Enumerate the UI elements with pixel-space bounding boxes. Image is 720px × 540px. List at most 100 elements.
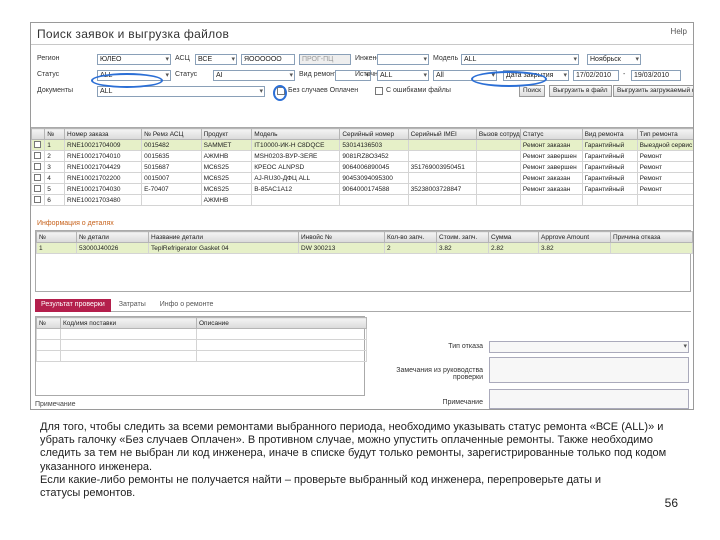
- city-select[interactable]: Ноябрьск: [587, 54, 641, 65]
- model-select[interactable]: ALL: [461, 54, 579, 65]
- engineer-select[interactable]: [377, 54, 429, 65]
- table-cell: [36, 350, 61, 362]
- help-link[interactable]: Help: [671, 27, 687, 36]
- table-row[interactable]: 5 RNE10021704030 E-70407 MC6S25 B-85AC1A12 90…: [31, 183, 693, 195]
- table-cell: [141, 194, 202, 206]
- asc-label: АСЦ: [175, 55, 190, 62]
- table-row[interactable]: 3 RNE10021704429 5015687 MC6S25 КРЕОС ALNPSD…: [31, 161, 693, 173]
- export-button[interactable]: Выгрузить в файл: [549, 85, 612, 97]
- table-cell: AJ-RU30-ДФЦ ALL: [251, 172, 341, 184]
- header-cell[interactable]: Причина отказа: [610, 231, 693, 243]
- tab-check-result[interactable]: Результат проверки: [35, 299, 111, 312]
- header-cell[interactable]: Модель: [251, 128, 341, 140]
- status-label: Статус: [37, 71, 60, 78]
- table-cell: Ремонт: [636, 161, 693, 173]
- table-cell: MSH0203-ВУР-ЗЕЯЕ: [251, 150, 341, 162]
- table-row[interactable]: 6 RNE10021703480 АЖМНВ: [31, 194, 693, 206]
- table-row[interactable]: 4 RNE10021702200 0015007 MC6S25 AJ-RU30-ДФЦ …: [31, 172, 693, 184]
- asc-select[interactable]: ВСЕ: [195, 54, 237, 65]
- header-cell[interactable]: Номер заказа: [64, 128, 143, 140]
- table-cell: RNE10021704009: [64, 139, 143, 151]
- table-cell: АЖМНВ: [200, 194, 253, 206]
- date-to-field[interactable]: 19/03/2010: [631, 70, 681, 81]
- with-error-checkbox[interactable]: [375, 87, 383, 95]
- export-loaded-button[interactable]: Выгрузить загружаемый файл: [613, 85, 693, 97]
- header-cell[interactable]: Тип ремонта: [636, 128, 693, 140]
- header-cell[interactable]: №: [36, 231, 77, 243]
- header-cell[interactable]: №: [44, 128, 66, 140]
- tab-costs[interactable]: Затраты: [113, 299, 152, 312]
- header-cell[interactable]: Серийный IMEI: [407, 128, 477, 140]
- slide-caption: Для того, чтобы следить за всеми ремонта…: [40, 421, 690, 500]
- table-cell: 35238003728847: [407, 183, 477, 195]
- table-cell: [31, 139, 46, 151]
- header-cell[interactable]: Сумма: [488, 231, 539, 243]
- parts-grid-header: № № детали Название детали Инвойс № Кол-…: [36, 231, 693, 243]
- note-field[interactable]: [489, 389, 689, 409]
- table-cell: [475, 172, 521, 184]
- table-cell: [475, 161, 521, 173]
- table-row[interactable]: [36, 350, 367, 362]
- row-checkbox[interactable]: [34, 151, 41, 159]
- table-cell: B-85AC1A12: [251, 183, 341, 195]
- with-error-label: С ошибками файлы: [386, 87, 451, 94]
- comment-field[interactable]: [489, 357, 689, 383]
- header-cell[interactable]: Статус: [519, 128, 583, 140]
- header-cell[interactable]: № Ремз АСЦ: [141, 128, 202, 140]
- header-cell[interactable]: Кол-во запч.: [384, 231, 437, 243]
- table-cell: 3: [44, 161, 66, 173]
- table-cell: Ремонт заказан: [519, 183, 583, 195]
- tab-repair-info[interactable]: Инфо о ремонте: [154, 299, 220, 312]
- region-select[interactable]: ЮЛЕО: [97, 54, 171, 65]
- table-row[interactable]: 2 RNE10021704010 0015635 АЖМНВ MSH0203-ВУР-З…: [31, 150, 693, 162]
- table-cell: RNE10021704429: [64, 161, 143, 173]
- filter-panel: Регион ЮЛЕО АСЦ ВСЕ ЯОООООО ПРОГ-ПЦ Инже…: [31, 47, 693, 127]
- header-cell[interactable]: Вызов сотрудника: [475, 128, 521, 140]
- row-checkbox[interactable]: [34, 140, 41, 148]
- no-paid-label: Без случаев Оплачен: [288, 87, 359, 94]
- asc-code-field[interactable]: ЯОООООО: [241, 54, 295, 65]
- table-cell: Гарантийный: [581, 139, 638, 151]
- header-cell[interactable]: Название детали: [148, 231, 299, 243]
- table-cell: [407, 194, 477, 206]
- table-row[interactable]: 1 RNE10021704009 0015482 SAMMET IT10000-ИК-Н…: [31, 139, 693, 151]
- asc-name-field: ПРОГ-ПЦ: [299, 54, 351, 65]
- table-cell: SAMMET: [200, 139, 253, 151]
- table-cell: 2: [44, 150, 66, 162]
- source-select[interactable]: ALL: [377, 70, 429, 81]
- row-checkbox[interactable]: [34, 195, 41, 203]
- header-cell[interactable]: Стоим. запч.: [436, 231, 489, 243]
- table-cell: [36, 328, 61, 340]
- table-row[interactable]: 1 53000J40026 TeplRefrigerator Gasket 04 DW…: [36, 242, 693, 254]
- table-cell: Ремонт: [636, 183, 693, 195]
- header-cell[interactable]: № детали: [76, 231, 149, 243]
- search-button[interactable]: Поиск: [519, 85, 546, 97]
- header-cell[interactable]: Код/имя поставки: [60, 317, 197, 329]
- row-checkbox[interactable]: [34, 173, 41, 181]
- table-cell: [60, 350, 197, 362]
- table-cell: [60, 339, 197, 351]
- header-cell[interactable]: Описание: [196, 317, 367, 329]
- header-cell[interactable]: Продукт: [200, 128, 253, 140]
- table-row[interactable]: [36, 328, 367, 340]
- reject-type-select[interactable]: [489, 341, 689, 353]
- comment-label: Замечания из руководства проверки: [396, 367, 483, 381]
- window-title: Поиск заявок и выгрузка файлов: [37, 27, 230, 41]
- table-cell: 9064000174588: [339, 183, 409, 195]
- table-row[interactable]: [36, 339, 367, 351]
- caption-paragraph-2: Если какие-либо ремонты не получается на…: [40, 473, 602, 500]
- table-cell: 1: [36, 242, 77, 254]
- header-cell[interactable]: Серийный номер: [339, 128, 409, 140]
- header-cell[interactable]: [31, 128, 46, 140]
- header-cell[interactable]: Инвойс №: [298, 231, 385, 243]
- date-from-field[interactable]: 17/02/2010: [573, 70, 619, 81]
- status-highlight-ellipse: [91, 73, 163, 88]
- header-cell[interactable]: №: [36, 317, 61, 329]
- row-checkbox[interactable]: [34, 162, 41, 170]
- status2-select[interactable]: AI: [213, 70, 295, 81]
- header-cell[interactable]: Вид ремонта: [581, 128, 638, 140]
- row-checkbox[interactable]: [34, 184, 41, 192]
- documents-label: Документы: [37, 87, 74, 94]
- table-cell: RNE10021702200: [64, 172, 143, 184]
- header-cell[interactable]: Approve Amount: [538, 231, 611, 243]
